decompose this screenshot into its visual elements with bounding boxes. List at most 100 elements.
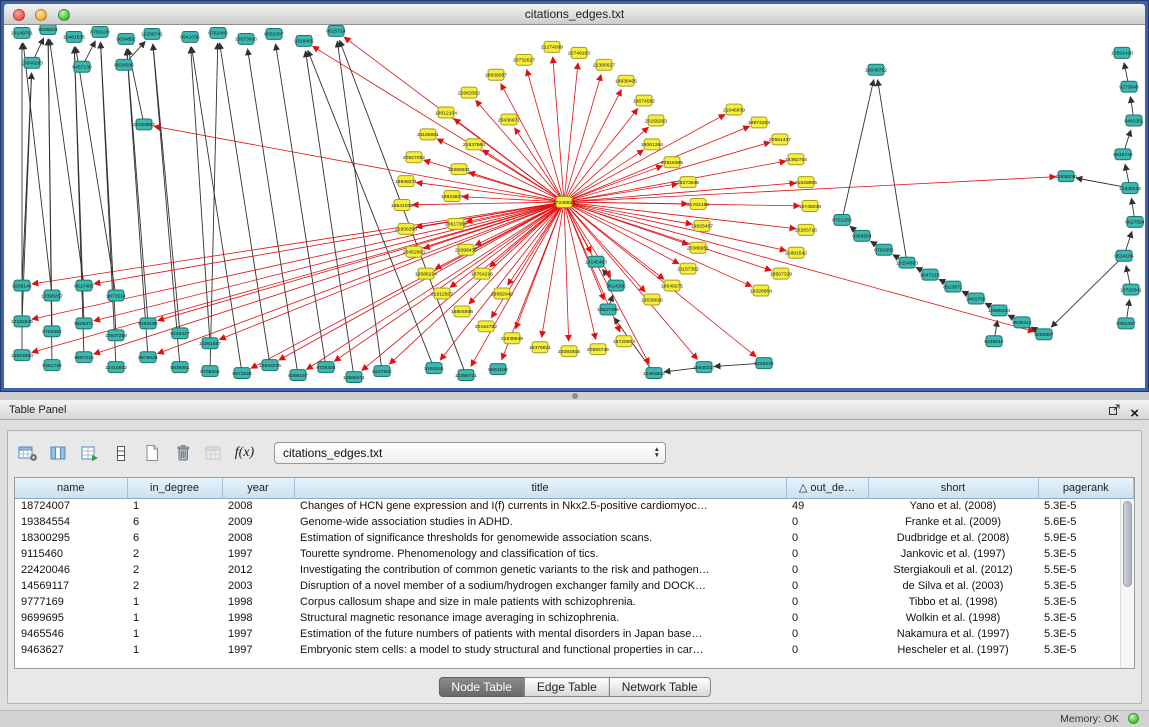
table-cell[interactable]: 0: [786, 626, 868, 642]
table-cell[interactable]: Nakamura et al. (1997): [868, 626, 1038, 642]
table-row[interactable]: 1456911722003Disruption of a novel membe…: [15, 578, 1134, 594]
table-cell[interactable]: Tourette syndrome. Phenomenology and cla…: [294, 546, 786, 562]
table-row[interactable]: 969969511998Structural magnetic resonanc…: [15, 610, 1134, 626]
graph-edge[interactable]: [564, 150, 644, 202]
table-cell[interactable]: 19384554: [15, 514, 127, 530]
close-panel-icon[interactable]: ×: [1130, 407, 1139, 420]
table-cell[interactable]: 6: [127, 514, 222, 530]
graph-edge[interactable]: [74, 47, 84, 357]
graph-edge[interactable]: [94, 202, 564, 284]
graph-edge[interactable]: [564, 63, 578, 202]
graph-edge[interactable]: [191, 47, 210, 343]
table-cell[interactable]: 9699695: [15, 610, 127, 626]
table-cell[interactable]: 0: [786, 642, 868, 658]
table-cell[interactable]: Franke et al. (2009): [868, 514, 1038, 530]
network-canvas[interactable]: 1724082121274099207326271883905722063302…: [4, 25, 1145, 388]
graph-edge[interactable]: [476, 100, 564, 202]
table-row[interactable]: 1938455462009Genome-wide association stu…: [15, 514, 1134, 530]
table-row[interactable]: 1872400712008Changes of HCN gene express…: [15, 498, 1134, 514]
table-cell[interactable]: 2012: [222, 562, 294, 578]
graph-edge[interactable]: [842, 79, 874, 219]
graph-edge[interactable]: [564, 202, 800, 206]
tab-network-table[interactable]: Network Table: [609, 677, 711, 697]
graph-edge[interactable]: [501, 84, 564, 203]
graph-edge[interactable]: [219, 202, 564, 340]
table-cell[interactable]: Genome-wide association studies in ADHD.: [294, 514, 786, 530]
table-cell[interactable]: Tibbo et al. (1998): [868, 594, 1038, 610]
table-row[interactable]: 2242004622012Investigating the contribut…: [15, 562, 1134, 578]
column-header-name[interactable]: name: [15, 478, 127, 498]
show-columns-button[interactable]: [45, 441, 72, 466]
graph-edge[interactable]: [564, 90, 621, 202]
table-cell[interactable]: Yano et al. (2008): [868, 498, 1038, 514]
graph-edge[interactable]: [564, 202, 752, 286]
table-cell[interactable]: 1: [127, 594, 222, 610]
table-cell[interactable]: 0: [786, 578, 868, 594]
table-row[interactable]: 1830029562008Estimation of significance …: [15, 530, 1134, 546]
table-cell[interactable]: Estimation of significance thresholds fo…: [294, 530, 786, 546]
graph-edge[interactable]: [564, 202, 692, 224]
graph-edge[interactable]: [308, 50, 434, 368]
panel-resize-grip[interactable]: [572, 393, 578, 399]
table-cell[interactable]: 9465546: [15, 626, 127, 642]
column-header-in_degree[interactable]: in_degree: [127, 478, 222, 498]
window-zoom-button[interactable]: [58, 9, 70, 21]
graph-edge[interactable]: [564, 202, 786, 251]
new-table-button[interactable]: [138, 441, 165, 466]
table-cell[interactable]: Dudbridge et al. (2008): [868, 530, 1038, 546]
delete-table-button[interactable]: [169, 441, 196, 466]
window-minimize-button[interactable]: [35, 9, 47, 21]
table-mode-button[interactable]: [14, 441, 41, 466]
window-close-button[interactable]: [13, 9, 25, 21]
table-cell[interactable]: 2009: [222, 514, 294, 530]
table-cell[interactable]: Estimation of the future numbers of pati…: [294, 626, 786, 642]
table-cell[interactable]: 9463627: [15, 642, 127, 658]
column-header-pagerank[interactable]: pagerank: [1038, 478, 1134, 498]
graph-edge[interactable]: [306, 202, 564, 370]
column-header-short[interactable]: short: [868, 478, 1038, 498]
graph-edge[interactable]: [94, 202, 564, 321]
table-cell[interactable]: 9777169: [15, 594, 127, 610]
graph-edge[interactable]: [564, 202, 569, 341]
tab-node-table[interactable]: Node Table: [438, 677, 525, 697]
table-cell[interactable]: Jankovic et al. (1997): [868, 546, 1038, 562]
table-cell[interactable]: 22420046: [15, 562, 127, 578]
table-cell[interactable]: 1: [127, 610, 222, 626]
graph-edge[interactable]: [564, 202, 679, 264]
table-cell[interactable]: 0: [786, 594, 868, 610]
table-cell[interactable]: Structural magnetic resonance image aver…: [294, 610, 786, 626]
graph-edge[interactable]: [305, 51, 354, 377]
table-cell[interactable]: Disruption of a novel member of a sodium…: [294, 578, 786, 594]
graph-edge[interactable]: [564, 74, 601, 202]
table-row[interactable]: 946554611997Estimation of the future num…: [15, 626, 1134, 642]
graph-edge[interactable]: [1051, 256, 1124, 328]
table-cell[interactable]: Corpus callosum shape and size in male p…: [294, 594, 786, 610]
table-cell[interactable]: Stergiakouli et al. (2012): [868, 562, 1038, 578]
graph-edge[interactable]: [564, 202, 1034, 332]
table-cell[interactable]: 1997: [222, 546, 294, 562]
graph-edge[interactable]: [153, 44, 180, 367]
graph-edge[interactable]: [878, 80, 907, 263]
table-cell[interactable]: Changes of HCN gene expression and I(f) …: [294, 498, 786, 514]
table-cell[interactable]: 2008: [222, 498, 294, 514]
graph-edge[interactable]: [220, 43, 270, 365]
graph-edge[interactable]: [564, 126, 750, 202]
table-cell[interactable]: 2: [127, 562, 222, 578]
table-cell[interactable]: 0: [786, 546, 868, 562]
window-titlebar[interactable]: citations_edges.txt: [4, 4, 1145, 25]
graph-edge[interactable]: [412, 202, 564, 205]
table-cell[interactable]: 1997: [222, 642, 294, 658]
table-cell[interactable]: 49: [786, 498, 868, 514]
table-cell[interactable]: 1: [127, 642, 222, 658]
create-column-button[interactable]: [76, 441, 103, 466]
float-panel-icon[interactable]: [1108, 403, 1120, 423]
row-height-button[interactable]: [107, 441, 134, 466]
table-cell[interactable]: Wolkin et al. (1998): [868, 610, 1038, 626]
graph-edge[interactable]: [553, 57, 564, 202]
graph-edge[interactable]: [337, 41, 382, 371]
graph-edge[interactable]: [248, 49, 298, 375]
table-cell[interactable]: 1: [127, 498, 222, 514]
graph-edge[interactable]: [276, 44, 326, 367]
table-cell[interactable]: 6: [127, 530, 222, 546]
table-cell[interactable]: 1998: [222, 594, 294, 610]
